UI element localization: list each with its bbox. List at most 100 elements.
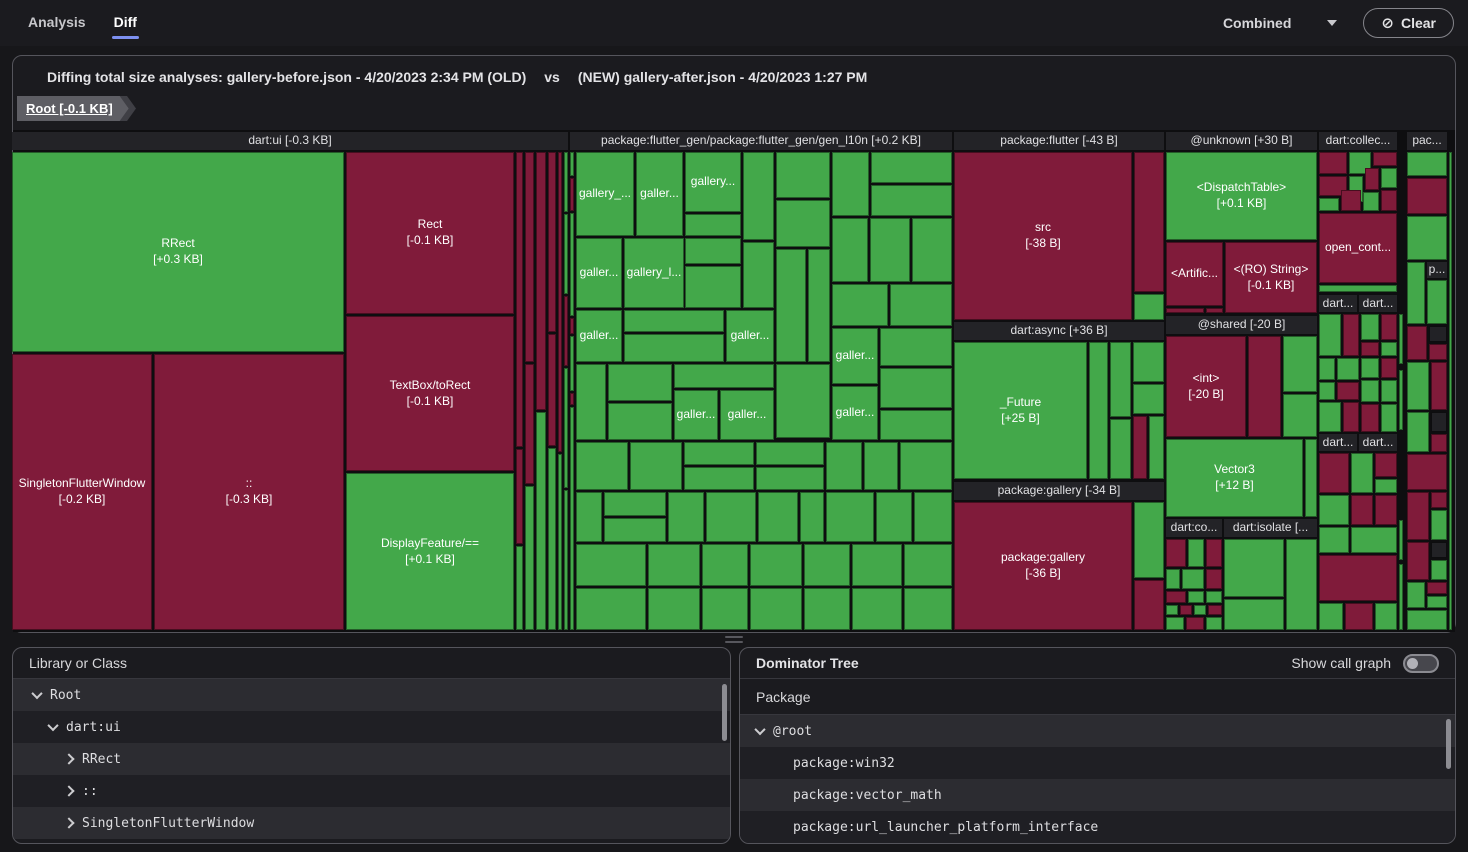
treemap-cell[interactable]	[1166, 569, 1180, 589]
treemap-cell[interactable]	[536, 152, 546, 410]
treemap-cell[interactable]	[904, 544, 952, 586]
treemap-cell[interactable]: src [-38 B]	[954, 152, 1132, 320]
treemap-cell[interactable]	[1319, 555, 1397, 601]
treemap-cell[interactable]	[525, 152, 534, 362]
treemap-cell[interactable]	[548, 334, 556, 446]
treemap-cell[interactable]: :: [-0.3 KB]	[154, 354, 344, 630]
treemap-cell[interactable]	[1206, 617, 1222, 630]
treemap-cell[interactable]: gallery_l...	[624, 238, 684, 308]
treemap-cell[interactable]	[1431, 362, 1447, 410]
column-header-library-or-class[interactable]: Library or Class	[13, 648, 730, 679]
treemap-cell[interactable]	[648, 544, 700, 586]
treemap-cell[interactable]: <int> [-20 B]	[1166, 336, 1246, 437]
treemap-cell[interactable]	[1319, 285, 1397, 292]
treemap-cell[interactable]	[876, 492, 912, 542]
tree-row[interactable]: package:win32	[740, 747, 1455, 779]
treemap-cell[interactable]	[1375, 479, 1397, 493]
treemap-cell[interactable]	[1399, 314, 1403, 364]
treemap-cell[interactable]	[1361, 342, 1379, 356]
treemap-section-header[interactable]: pac...	[1407, 132, 1447, 150]
treemap-cell[interactable]	[570, 178, 574, 211]
treemap-cell[interactable]	[1407, 326, 1427, 360]
treemap-cell[interactable]: TextBox/toRect [-0.1 KB]	[346, 316, 514, 471]
treemap-cell[interactable]	[684, 467, 754, 490]
treemap-cell[interactable]	[871, 185, 952, 216]
chevron-right-icon[interactable]	[63, 785, 74, 796]
treemap-cell[interactable]	[608, 364, 672, 401]
treemap-cell[interactable]	[1149, 416, 1164, 479]
treemap-cell[interactable]	[570, 152, 574, 176]
treemap-cell[interactable]	[1186, 617, 1204, 630]
treemap-cell[interactable]	[1399, 520, 1403, 560]
treemap-cell[interactable]	[525, 486, 534, 630]
treemap-cell[interactable]	[1319, 527, 1349, 553]
treemap-cell[interactable]	[685, 238, 741, 264]
treemap-cell[interactable]	[880, 410, 952, 440]
treemap-cell[interactable]	[1407, 362, 1429, 410]
treemap-cell[interactable]	[1431, 560, 1447, 580]
treemap-cell[interactable]	[1449, 152, 1452, 630]
treemap-cell[interactable]	[1381, 314, 1397, 340]
treemap-cell[interactable]	[1224, 539, 1284, 597]
treemap-cell[interactable]: <DispatchTable> [+0.1 KB]	[1166, 152, 1317, 240]
treemap-cell[interactable]	[1381, 380, 1397, 402]
chevron-right-icon[interactable]	[63, 817, 74, 828]
treemap-cell[interactable]: <(RO) String> [-0.1 KB]	[1225, 242, 1317, 313]
chevron-down-icon[interactable]	[47, 720, 58, 731]
treemap-cell[interactable]	[890, 284, 952, 326]
treemap-cell[interactable]	[1429, 344, 1447, 360]
treemap-cell[interactable]	[1361, 358, 1379, 378]
treemap-cell[interactable]	[648, 588, 700, 630]
treemap-cell[interactable]	[1248, 336, 1281, 437]
treemap-cell[interactable]	[624, 310, 724, 332]
treemap-cell[interactable]	[548, 448, 556, 630]
treemap-cell[interactable]	[1206, 591, 1222, 603]
treemap-cell[interactable]	[1381, 168, 1397, 188]
treemap-cell[interactable]	[1427, 582, 1447, 594]
treemap-cell[interactable]	[1407, 262, 1425, 324]
treemap-cell[interactable]: <Artific...	[1166, 242, 1223, 306]
treemap-cell[interactable]	[750, 588, 802, 630]
treemap-cell[interactable]	[576, 544, 646, 586]
treemap-cell[interactable]	[1381, 404, 1397, 432]
treemap-cell[interactable]	[776, 200, 830, 247]
tree-row[interactable]: package:vector_math	[740, 779, 1455, 811]
treemap-cell[interactable]	[630, 442, 682, 490]
treemap-cell[interactable]	[1361, 404, 1379, 432]
tree-row[interactable]: SingletonFlutterWindow	[13, 807, 730, 839]
treemap-cell[interactable]	[1166, 617, 1184, 630]
treemap-cell[interactable]	[1188, 591, 1204, 603]
treemap-cell[interactable]	[684, 442, 754, 465]
treemap-cell[interactable]	[1319, 495, 1349, 525]
treemap-cell[interactable]: galler...	[576, 310, 622, 362]
treemap-cell[interactable]	[564, 368, 568, 488]
treemap-cell[interactable]	[1206, 539, 1222, 567]
treemap-cell[interactable]	[852, 544, 902, 586]
treemap-cell[interactable]	[1283, 336, 1317, 392]
tree-row[interactable]: ::	[13, 775, 730, 807]
treemap-cell[interactable]	[852, 588, 902, 630]
treemap-cell[interactable]	[564, 152, 568, 212]
treemap-cell[interactable]	[604, 492, 666, 516]
treemap-cell[interactable]	[800, 492, 824, 542]
treemap-section-header[interactable]: dart...	[1319, 434, 1357, 451]
treemap-cell[interactable]	[624, 334, 724, 362]
tree-row[interactable]: Root	[13, 679, 730, 711]
treemap-cell[interactable]	[1431, 510, 1447, 540]
treemap-cell[interactable]	[608, 403, 672, 440]
treemap-cell[interactable]: _Future [+25 B]	[954, 342, 1087, 479]
treemap-cell[interactable]: RRect [+0.3 KB]	[12, 152, 344, 352]
tree-row[interactable]: package:url_launcher_platform_interface	[740, 811, 1455, 843]
treemap-cell[interactable]	[1381, 342, 1397, 356]
treemap-cell[interactable]	[1375, 453, 1397, 477]
treemap-cell[interactable]	[576, 588, 646, 630]
treemap-cell[interactable]	[1407, 582, 1425, 608]
treemap-cell[interactable]	[604, 518, 666, 542]
treemap-cell[interactable]	[1166, 605, 1178, 615]
treemap-cell[interactable]	[1319, 358, 1335, 380]
treemap-cell[interactable]: galler...	[576, 238, 622, 308]
scrollbar-thumb[interactable]	[1446, 719, 1451, 769]
treemap-cell[interactable]	[1206, 569, 1222, 589]
treemap-cell[interactable]	[1319, 198, 1339, 211]
treemap-cell[interactable]	[1407, 152, 1447, 176]
